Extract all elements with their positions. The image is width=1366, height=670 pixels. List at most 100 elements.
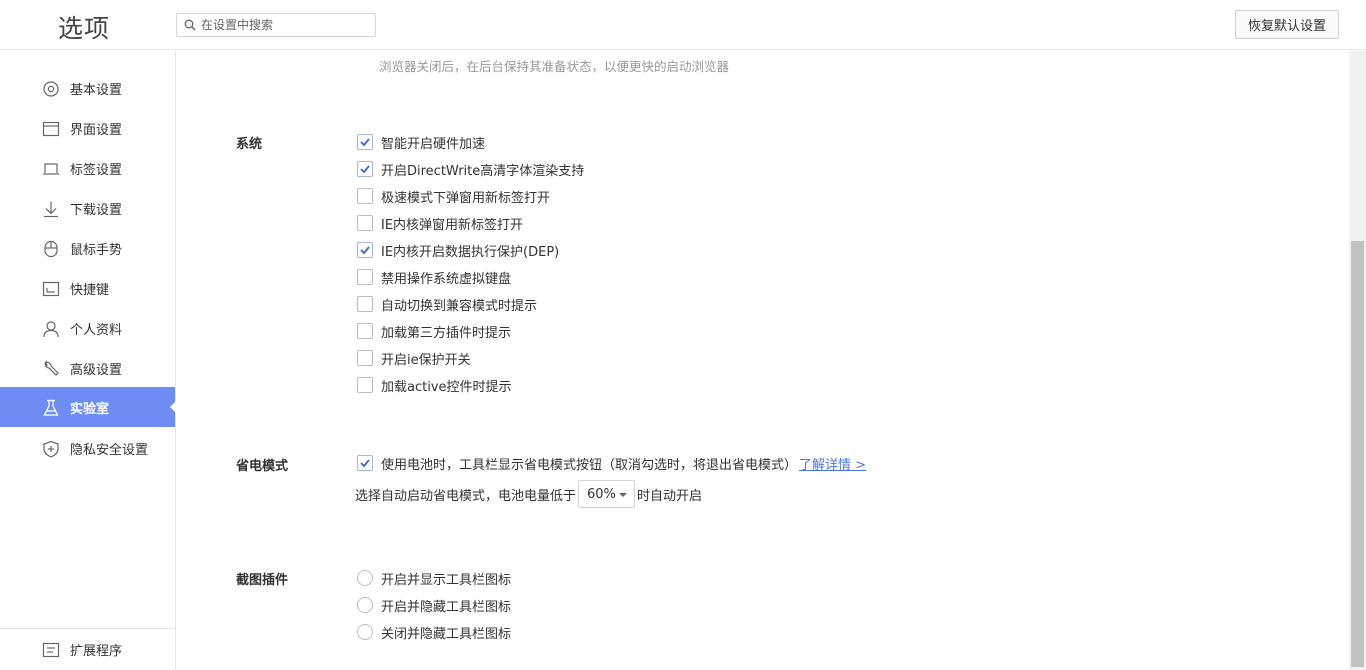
wrench-icon	[44, 360, 59, 376]
checkbox[interactable]	[357, 296, 373, 312]
checkbox[interactable]	[357, 455, 373, 471]
vertical-scrollbar[interactable]	[1349, 51, 1366, 670]
checkbox[interactable]	[357, 323, 373, 339]
restore-defaults-button[interactable]: 恢复默认设置	[1235, 10, 1339, 39]
battery-threshold-row: 选择自动启动省电模式，电池电量低于 60% 时自动开启	[355, 480, 702, 508]
option-label: IE内核弹窗用新标签打开	[381, 217, 524, 233]
page-title: 选项	[58, 14, 111, 43]
search-icon	[184, 19, 196, 31]
sidebar-item-basic[interactable]: 基本设置	[0, 68, 175, 108]
option-third-party-plugin-prompt[interactable]: 加载第三方插件时提示	[357, 321, 511, 341]
checkbox[interactable]	[357, 242, 373, 258]
learn-more-link[interactable]: 了解详情 >	[799, 454, 866, 473]
settings-content: 浏览器关闭后，在后台保持其准备状态，以便更快的启动浏览器 系统 智能开启硬件加速…	[177, 51, 1349, 670]
radio-disable-hide-icon[interactable]: 关闭并隐藏工具栏图标	[357, 622, 511, 642]
window-icon	[42, 121, 60, 137]
sidebar-item-label: 扩展程序	[70, 644, 123, 659]
checkmark-icon	[360, 165, 370, 174]
checkbox[interactable]	[357, 134, 373, 150]
sidebar-item-shortcuts[interactable]: 快捷键	[0, 268, 175, 308]
checkbox[interactable]	[357, 350, 373, 366]
option-label: 智能开启硬件加速	[381, 136, 486, 152]
search-input[interactable]	[201, 16, 371, 34]
option-label: 开启并显示工具栏图标	[381, 572, 512, 588]
option-battery-toolbar-button[interactable]: 使用电池时，工具栏显示省电模式按钮（取消勾选时，将退出省电模式） 了解详情 >	[357, 453, 866, 473]
radio-enable-show-icon[interactable]: 开启并显示工具栏图标	[357, 568, 511, 588]
option-label: 关闭并隐藏工具栏图标	[381, 626, 512, 642]
section-title-system: 系统	[236, 137, 263, 152]
battery-suffix-text: 时自动开启	[637, 488, 703, 504]
option-label: 加载第三方插件时提示	[381, 325, 512, 341]
checkbox[interactable]	[357, 161, 373, 177]
sidebar-item-download[interactable]: 下载设置	[0, 188, 175, 228]
sidebar-item-mouse-gesture[interactable]: 鼠标手势	[0, 228, 175, 268]
section-title-power-saving: 省电模式	[236, 459, 289, 474]
extensions-icon	[42, 642, 60, 658]
option-speed-popup-new-tab[interactable]: 极速模式下弹窗用新标签打开	[357, 186, 550, 206]
sidebar-item-label: 界面设置	[70, 123, 123, 138]
option-label: 开启ie保护开关	[381, 352, 471, 368]
checkbox[interactable]	[357, 269, 373, 285]
option-label: 极速模式下弹窗用新标签打开	[381, 190, 551, 206]
option-label: 开启DirectWrite高清字体渲染支持	[381, 163, 585, 179]
user-icon	[43, 321, 59, 338]
option-directwrite[interactable]: 开启DirectWrite高清字体渲染支持	[357, 159, 584, 179]
background-run-hint: 浏览器关闭后，在后台保持其准备状态，以便更快的启动浏览器	[379, 59, 730, 74]
battery-threshold-value: 60%	[587, 486, 616, 502]
radio-button[interactable]	[357, 624, 373, 640]
sidebar-item-lab[interactable]: 实验室	[0, 387, 176, 427]
keyboard-icon	[42, 281, 60, 297]
radio-button[interactable]	[357, 597, 373, 613]
sidebar-item-label: 鼠标手势	[70, 243, 123, 258]
option-compat-mode-prompt[interactable]: 自动切换到兼容模式时提示	[357, 294, 537, 314]
option-disable-virtual-keyboard[interactable]: 禁用操作系统虚拟键盘	[357, 267, 511, 287]
option-label: 禁用操作系统虚拟键盘	[381, 271, 512, 287]
sidebar-item-tabs[interactable]: 标签设置	[0, 148, 175, 188]
shield-icon	[43, 440, 59, 458]
option-label: IE内核开启数据执行保护(DEP)	[381, 244, 560, 260]
header: 选项 恢复默认设置	[0, 0, 1366, 50]
sidebar: 基本设置 界面设置 标签设置 下载设置 鼠标手势 快捷键 个人资料 高级设置 实…	[0, 51, 176, 670]
radio-button[interactable]	[357, 570, 373, 586]
sidebar-item-label: 个人资料	[70, 323, 123, 338]
option-activex-prompt[interactable]: 加载active控件时提示	[357, 375, 512, 395]
sidebar-item-privacy[interactable]: 隐私安全设置	[0, 428, 175, 468]
option-hardware-acceleration[interactable]: 智能开启硬件加速	[357, 132, 485, 152]
option-ie-dep[interactable]: IE内核开启数据执行保护(DEP)	[357, 240, 559, 260]
sidebar-item-label: 实验室	[70, 402, 110, 417]
sidebar-item-profile[interactable]: 个人资料	[0, 308, 175, 348]
download-icon	[44, 201, 58, 218]
sidebar-item-extensions[interactable]: 扩展程序	[0, 629, 175, 669]
mouse-icon	[44, 240, 58, 258]
chevron-down-icon	[619, 493, 628, 497]
radio-enable-hide-icon[interactable]: 开启并隐藏工具栏图标	[357, 595, 511, 615]
option-label: 使用电池时，工具栏显示省电模式按钮（取消勾选时，将退出省电模式）	[381, 457, 798, 473]
scrollbar-thumb[interactable]	[1351, 241, 1364, 667]
checkbox[interactable]	[357, 377, 373, 393]
section-title-screenshot: 截图插件	[236, 573, 289, 588]
search-box[interactable]	[176, 13, 376, 37]
checkmark-icon	[360, 246, 370, 255]
tab-icon	[43, 163, 59, 175]
checkbox[interactable]	[357, 188, 373, 204]
battery-prefix-text: 选择自动启动省电模式，电池电量低于	[355, 488, 577, 504]
battery-threshold-select[interactable]: 60%	[578, 480, 636, 508]
sidebar-item-advanced[interactable]: 高级设置	[0, 348, 175, 388]
sidebar-item-label: 下载设置	[70, 203, 123, 218]
option-label: 加载active控件时提示	[381, 379, 512, 395]
flask-icon	[43, 399, 59, 416]
option-label: 开启并隐藏工具栏图标	[381, 599, 512, 615]
option-ie-protection[interactable]: 开启ie保护开关	[357, 348, 471, 368]
sidebar-item-label: 快捷键	[70, 283, 110, 298]
checkmark-icon	[360, 138, 370, 147]
sidebar-item-label: 基本设置	[70, 83, 123, 98]
sidebar-item-label: 隐私安全设置	[70, 443, 149, 458]
option-label: 自动切换到兼容模式时提示	[381, 298, 538, 314]
option-ie-popup-new-tab[interactable]: IE内核弹窗用新标签打开	[357, 213, 523, 233]
settings-icon	[43, 81, 59, 97]
sidebar-item-interface[interactable]: 界面设置	[0, 108, 175, 148]
checkmark-icon	[360, 459, 370, 468]
sidebar-item-label: 高级设置	[70, 363, 123, 378]
checkbox[interactable]	[357, 215, 373, 231]
sidebar-item-label: 标签设置	[70, 163, 123, 178]
